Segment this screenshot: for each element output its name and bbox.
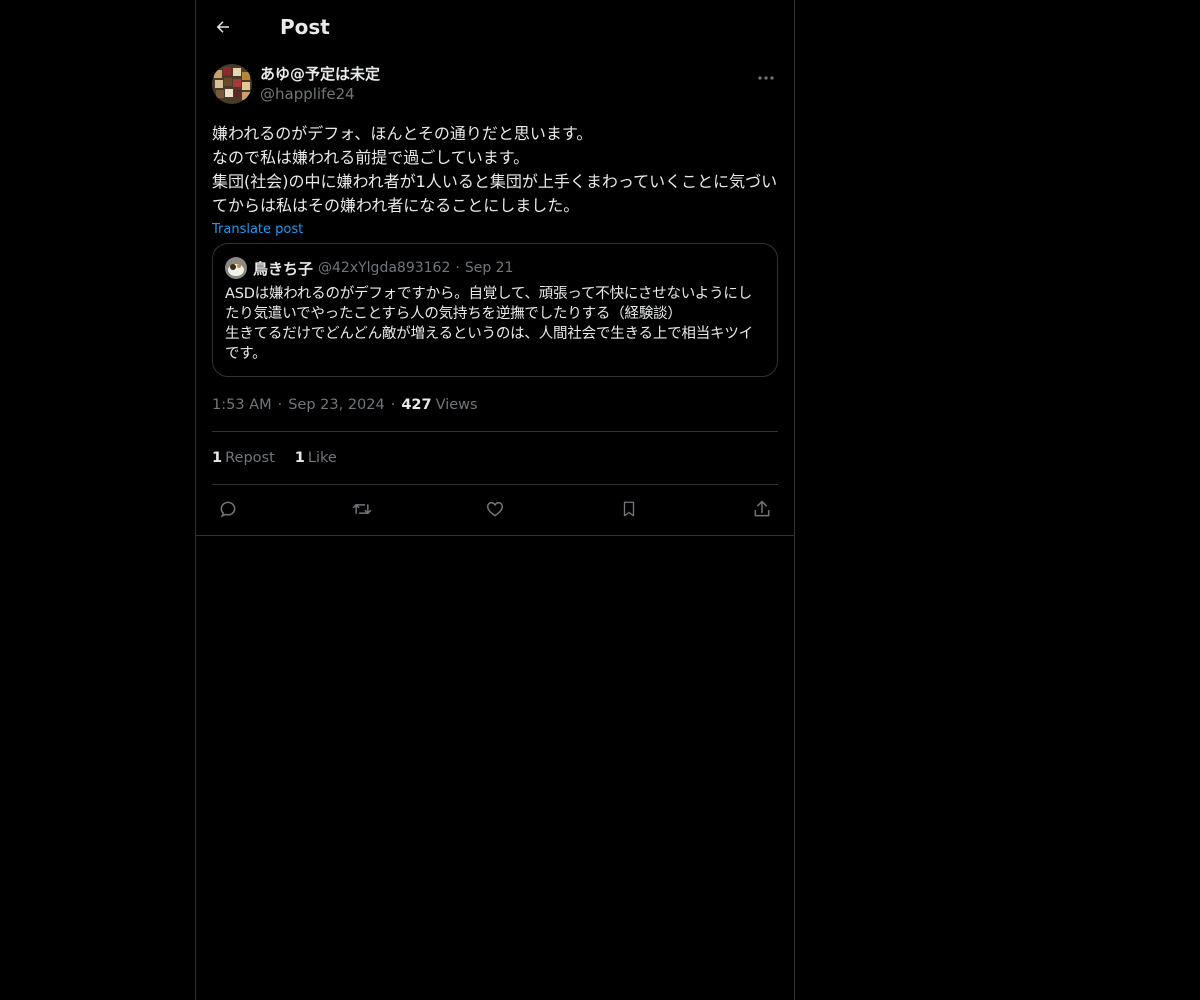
post-date[interactable]: Sep 23, 2024 <box>288 397 385 413</box>
quoted-avatar <box>225 257 247 279</box>
post: あゆ@予定は未定 @happlife24 嫌われるのがデフォ、ほんとその通りだと… <box>196 64 794 532</box>
page-header: Post <box>196 0 794 54</box>
share-icon <box>754 500 770 516</box>
reply-button[interactable] <box>216 497 240 521</box>
like-icon <box>486 501 504 517</box>
reposts-label: Repost <box>225 450 275 466</box>
quoted-date: Sep 21 <box>464 260 514 276</box>
post-text: 嫌われるのがデフォ、ほんとその通りだと思います。 なので私は嫌われる前提で過ごし… <box>212 124 778 215</box>
likes-label: Like <box>307 450 337 466</box>
likes-count: 1 <box>294 450 305 466</box>
quoted-post-header: 鳥きち子 @42xYlgda893162 · Sep 21 <box>225 256 765 280</box>
likes-stat[interactable]: 1 Like <box>295 450 337 466</box>
quoted-handle: @42xYlgda893162 <box>318 260 451 276</box>
meta-separator: · <box>277 397 283 413</box>
action-bar <box>212 485 778 532</box>
reposts-stat[interactable]: 1 Repost <box>212 450 275 466</box>
quoted-text: ASDは嫌われるのがデフォですから。自覚して、頑張って不快にさせないようにしたり… <box>225 286 753 362</box>
quoted-post[interactable]: 鳥きち子 @42xYlgda893162 · Sep 21 ASDは嫌われるのが… <box>212 243 778 377</box>
post-bottom-border <box>196 535 795 536</box>
views-count: 427 <box>401 397 432 413</box>
reply-icon <box>220 501 236 518</box>
post-meta: 1:53 AM · Sep 23, 2024 · 427 Views <box>212 395 778 415</box>
repost-button[interactable] <box>350 497 374 521</box>
author-handle[interactable]: @happlife24 <box>260 84 380 104</box>
reposts-count: 1 <box>212 450 223 466</box>
post-author: あゆ@予定は未定 @happlife24 <box>212 64 778 106</box>
post-time[interactable]: 1:53 AM <box>212 397 272 413</box>
arrow-left-icon <box>216 21 229 33</box>
more-options-button[interactable] <box>754 68 778 88</box>
author-display-name[interactable]: あゆ@予定は未定 <box>260 64 380 84</box>
share-button[interactable] <box>750 497 774 521</box>
repost-icon <box>352 503 371 514</box>
main-column: Post あゆ@予定は未定 @happlife24 嫌われるのがデフォ、ほんとそ… <box>195 0 795 1000</box>
post-stats: 1 Repost 1 Like <box>212 432 778 484</box>
avatar[interactable] <box>212 64 252 104</box>
quoted-display-name: 鳥きち子 <box>253 259 314 278</box>
more-icon <box>758 76 774 80</box>
quoted-separator: · <box>455 260 460 276</box>
back-button[interactable] <box>212 16 234 38</box>
translate-post-link[interactable]: Translate post <box>212 221 303 239</box>
views-label: Views <box>435 397 478 413</box>
page-title: Post <box>280 15 330 39</box>
bookmark-icon <box>623 501 634 516</box>
meta-separator: · <box>390 397 396 413</box>
bookmark-button[interactable] <box>617 497 641 521</box>
like-button[interactable] <box>483 497 507 521</box>
